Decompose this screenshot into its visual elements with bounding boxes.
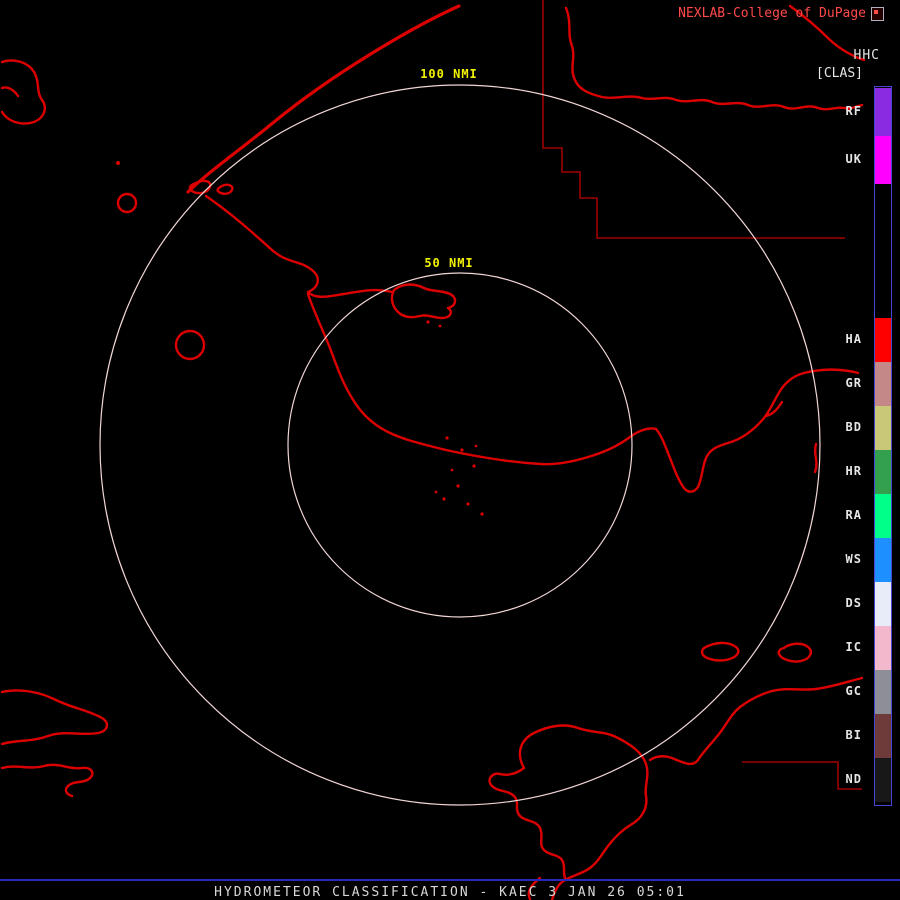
legend-label-ra: RA (846, 508, 862, 522)
brand-logo-icon (871, 7, 884, 21)
island-circle-small (118, 194, 136, 212)
coastline-west-top-blob (2, 60, 45, 123)
legend-swatch-rf (875, 88, 891, 136)
legend-label-bi: BI (846, 728, 862, 742)
brand-header: NEXLAB-College of DuPage (678, 6, 884, 21)
coastline-south-main (308, 294, 858, 492)
legend-label-gr: GR (846, 376, 862, 390)
coastline-northeast-squiggle (566, 8, 862, 109)
legend-label-ic: IC (846, 640, 862, 654)
island-oval-southeast (779, 644, 811, 662)
legend-swatch-gr (875, 362, 891, 406)
range-ring-50nmi (288, 273, 632, 617)
border-steps-upper-right (543, 0, 845, 238)
range-ring-100nmi (100, 85, 820, 805)
legend-swatch-bd (875, 406, 891, 450)
coastline-west-bottom-blob (2, 690, 107, 744)
legend-label-ws: WS (846, 552, 862, 566)
ring-label-50nmi: 50 NMI (424, 256, 473, 270)
legend-swatch-ha (875, 318, 891, 362)
radar-screen: 100 NMI 50 NMI NEXLAB-College of DuPage … (0, 0, 900, 900)
legend-label-uk: UK (846, 152, 862, 166)
legend-swatch-ic (875, 626, 891, 670)
legend-swatch-ds (875, 582, 891, 626)
radar-map: 100 NMI 50 NMI (0, 0, 900, 900)
island-circle-large (176, 331, 204, 359)
island-blob-southeast (702, 643, 738, 661)
border-steps-lower-right (742, 762, 862, 789)
peninsula-blob-center-north (392, 285, 455, 319)
coastlines (2, 6, 864, 900)
coastline-arc-northwest (188, 6, 459, 192)
legend-label-ha: HA (846, 332, 862, 346)
range-rings (100, 85, 820, 805)
legend-swatch-bi (875, 714, 891, 758)
legend-label-rf: RF (846, 104, 862, 118)
legend-swatch-gc (875, 670, 891, 714)
coastline-west-top-detail (2, 87, 18, 96)
legend-colorbar (874, 86, 892, 806)
legend-swatch-ra (875, 494, 891, 538)
coastline-west-bottom-squiggle (2, 765, 92, 796)
legend-swatch-ws (875, 538, 891, 582)
legend-label-hr: HR (846, 464, 862, 478)
coastline-norton-north (206, 196, 392, 297)
zone-border-lines (543, 0, 862, 789)
legend-label-gc: GC (846, 684, 862, 698)
legend-label-nd: ND (846, 772, 862, 786)
product-code-label: HHC (854, 48, 880, 63)
inlet-squiggle-east (815, 444, 816, 472)
brand-text: NEXLAB-College of DuPage (678, 6, 866, 21)
bay-loop-south-left (490, 768, 566, 880)
island-specks (116, 161, 484, 516)
legend-swatch-uk (875, 136, 891, 184)
statusbar-divider (0, 879, 900, 881)
legend-swatch-hr (875, 450, 891, 494)
legend-swatch-nd (875, 758, 891, 802)
coastline-southeast (650, 678, 862, 764)
island-cluster-west-2 (218, 185, 233, 194)
legend-label-bd: BD (846, 420, 862, 434)
product-mode-label: [CLAS] (816, 66, 863, 81)
ring-label-100nmi: 100 NMI (420, 67, 478, 81)
bay-loop-south-right (520, 726, 647, 900)
legend-label-ds: DS (846, 596, 862, 610)
product-title: HYDROMETEOR CLASSIFICATION - KAEC 3 JAN … (0, 885, 900, 900)
